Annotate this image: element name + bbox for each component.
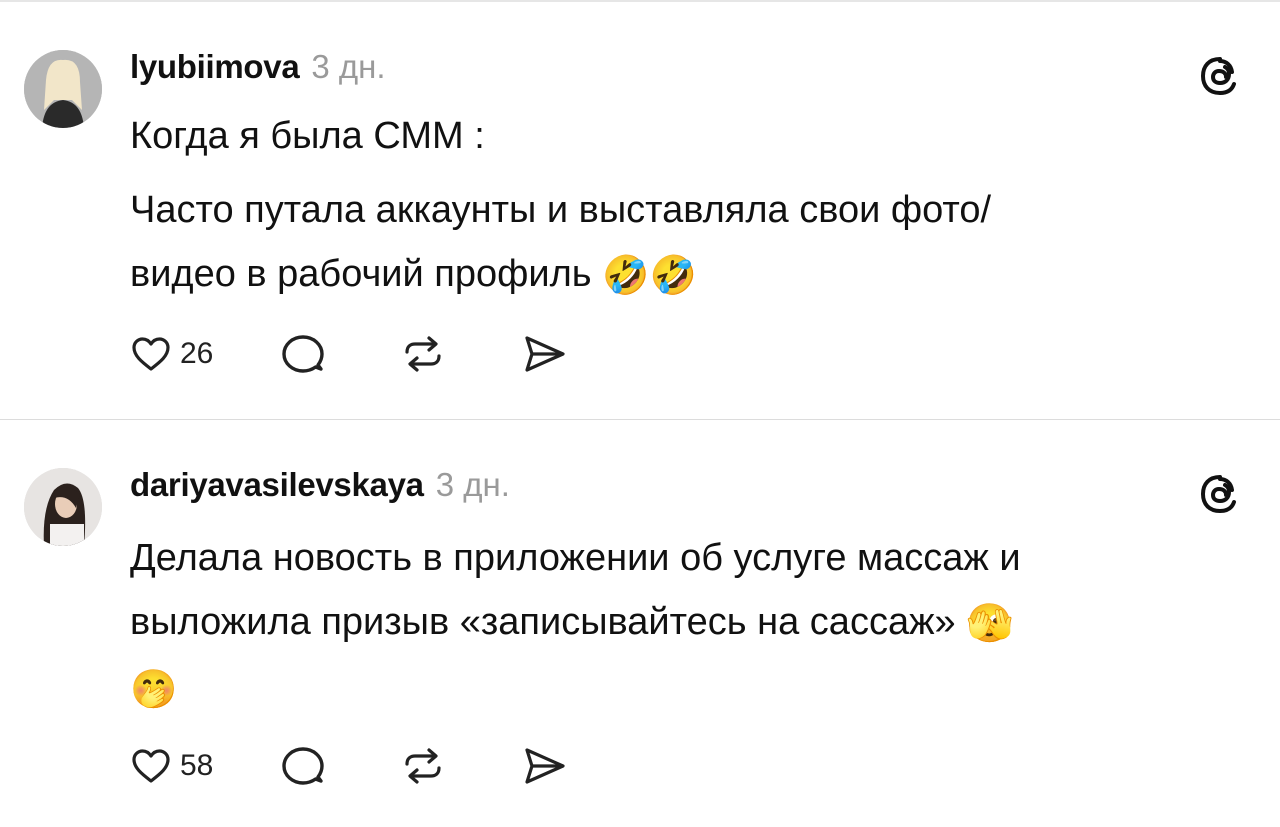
heart-icon (132, 749, 170, 783)
username[interactable]: dariyavasilevskaya (130, 466, 424, 504)
text-line-with-emoji: видео в рабочий профиль 🤣🤣 (130, 242, 1230, 308)
share-icon (525, 748, 565, 784)
comment-icon (282, 335, 325, 373)
like-button[interactable]: 26 (130, 333, 213, 375)
share-icon (525, 336, 565, 372)
text-line: Делала новость в приложении об услуге ма… (130, 537, 1021, 579)
text-line: Когда я была СММ : (130, 115, 485, 157)
rofl-emoji: 🤣🤣 (602, 254, 697, 297)
action-bar: 58 (130, 742, 567, 790)
text-line: видео в рабочий профиль (130, 253, 592, 295)
post-header: dariyavasilevskaya 3 дн. (130, 466, 510, 504)
text-line: выложила призыв «записывайтесь на сассаж… (130, 601, 956, 643)
text-line: Часто путала аккаунты и выставляла свои … (130, 189, 992, 231)
action-bar: 26 (130, 330, 567, 378)
timestamp: 3 дн. (311, 48, 386, 85)
repost-icon (405, 748, 441, 784)
repost-icon (405, 336, 441, 372)
like-count: 58 (180, 749, 214, 782)
comment-button[interactable] (281, 332, 325, 376)
post-text: Когда я была СММ : Часто путала аккаунты… (130, 104, 1230, 308)
avatar[interactable] (24, 50, 102, 128)
peeking-emoji: 🫣 (966, 602, 1014, 645)
post-header: lyubiimova 3 дн. (130, 48, 386, 86)
heart-icon (132, 337, 170, 371)
threads-icon[interactable] (1196, 52, 1244, 100)
hand-over-mouth-emoji: 🤭 (130, 668, 178, 711)
comment-icon (282, 747, 325, 785)
repost-button[interactable] (401, 744, 445, 788)
repost-button[interactable] (401, 332, 445, 376)
timestamp: 3 дн. (435, 466, 510, 503)
threads-icon[interactable] (1196, 470, 1244, 518)
comment-button[interactable] (281, 744, 325, 788)
thread-post: lyubiimova 3 дн. Когда я была СММ : Част… (0, 0, 1280, 419)
avatar[interactable] (24, 468, 102, 546)
text-line-with-emoji: 🤭 (130, 656, 1230, 722)
text-line-with-emoji: выложила призыв «записывайтесь на сассаж… (130, 590, 1230, 656)
like-count: 26 (180, 337, 214, 370)
username[interactable]: lyubiimova (130, 48, 300, 86)
thread-post: dariyavasilevskaya 3 дн. Делала новость … (0, 420, 1280, 827)
share-button[interactable] (521, 332, 567, 376)
post-text: Делала новость в приложении об услуге ма… (130, 526, 1230, 722)
like-button[interactable]: 58 (130, 745, 213, 787)
share-button[interactable] (521, 744, 567, 788)
